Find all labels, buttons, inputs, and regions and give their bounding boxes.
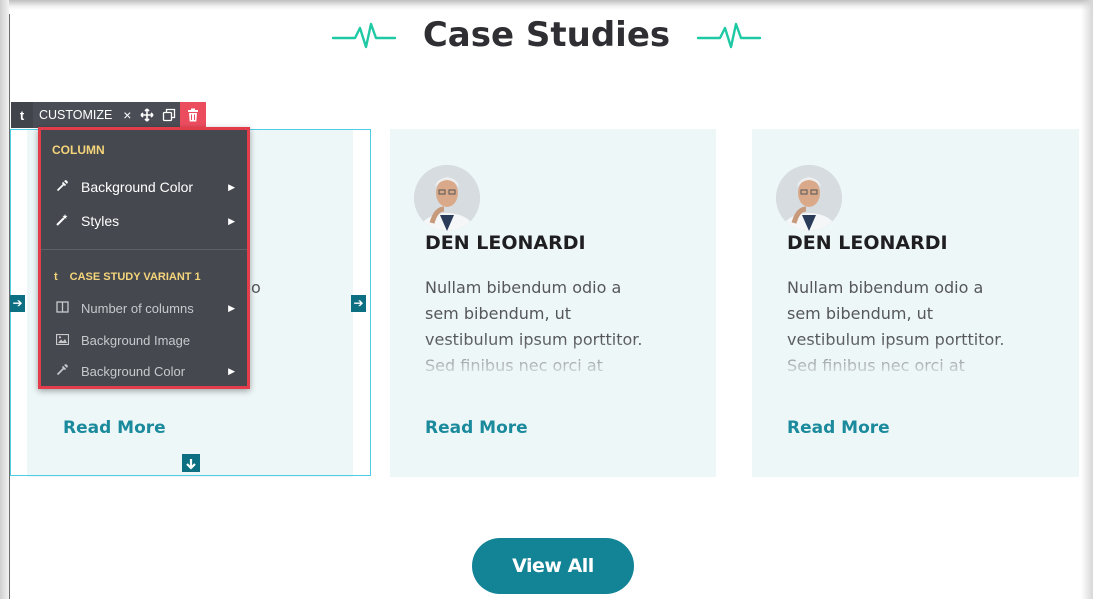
menu-section-column: COLUMN xyxy=(52,143,105,157)
case-study-card[interactable]: DEN LEONARDI Nullam bibendum odio a sem … xyxy=(752,129,1079,477)
arrow-right-icon[interactable]: ➔ xyxy=(351,295,366,312)
columns-icon xyxy=(53,300,71,316)
window-shadow-left xyxy=(0,0,9,599)
view-all-button[interactable]: View All xyxy=(472,538,634,594)
menu-item-styles[interactable]: Styles ▶ xyxy=(41,209,247,233)
page-frame: Case Studies o Read More DEN LEONARDI Nu… xyxy=(0,0,1093,599)
section-heading: Case Studies xyxy=(0,10,1093,60)
avatar xyxy=(776,165,842,231)
copy-icon[interactable] xyxy=(158,102,181,128)
caret-right-icon: ▶ xyxy=(228,181,235,192)
excerpt-fade xyxy=(420,339,670,389)
case-study-card[interactable]: DEN LEONARDI Nullam bibendum odio a sem … xyxy=(390,129,716,477)
menu-item-label: Background Color xyxy=(81,179,194,195)
menu-item-label: Background Color xyxy=(81,363,186,379)
trash-icon[interactable] xyxy=(180,102,207,128)
caret-right-icon: ▶ xyxy=(228,365,235,376)
builder-logo-icon[interactable]: t xyxy=(11,102,33,128)
dropper-icon xyxy=(53,179,71,195)
menu-item-background-color-variant[interactable]: Background Color ▶ xyxy=(41,359,247,383)
menu-section-variant: t CASE STUDY VARIANT 1 xyxy=(54,271,201,283)
section-title: Case Studies xyxy=(422,15,671,55)
menu-section-label: CASE STUDY VARIANT 1 xyxy=(69,271,201,283)
menu-item-label: Number of columns xyxy=(81,300,194,316)
image-icon xyxy=(53,333,71,348)
arrow-right-icon[interactable]: ➔ xyxy=(10,295,25,312)
avatar xyxy=(414,165,480,231)
heartbeat-icon xyxy=(696,20,762,50)
caret-right-icon: ▶ xyxy=(228,302,235,313)
arrow-down-icon[interactable] xyxy=(182,454,200,472)
menu-item-background-color[interactable]: Background Color ▶ xyxy=(41,175,247,199)
menu-item-number-of-columns[interactable]: Number of columns ▶ xyxy=(41,296,247,320)
move-icon[interactable] xyxy=(136,102,159,128)
menu-item-label: Background Image xyxy=(81,332,191,348)
editor-toolbar: t CUSTOMIZE × xyxy=(11,102,207,128)
read-more-link[interactable]: Read More xyxy=(787,418,890,438)
menu-divider xyxy=(41,249,247,250)
customize-menu: COLUMN Background Color ▶ Styles ▶ t CAS… xyxy=(38,127,250,389)
menu-item-background-image[interactable]: Background Image xyxy=(41,328,247,352)
dropper-icon xyxy=(53,363,71,379)
magic-wand-icon xyxy=(53,213,71,230)
card-name: DEN LEONARDI xyxy=(425,232,586,254)
excerpt-fade xyxy=(782,339,1032,389)
close-icon[interactable]: × xyxy=(118,102,137,128)
read-more-link[interactable]: Read More xyxy=(425,418,528,438)
menu-item-label: Styles xyxy=(81,213,120,229)
card-name: DEN LEONARDI xyxy=(787,232,948,254)
caret-right-icon: ▶ xyxy=(228,215,235,226)
customize-button[interactable]: CUSTOMIZE xyxy=(33,102,119,128)
builder-logo-icon: t xyxy=(54,271,58,283)
window-shadow-top xyxy=(0,0,1093,10)
heartbeat-icon xyxy=(331,20,397,50)
window-shadow-right xyxy=(1081,0,1093,599)
